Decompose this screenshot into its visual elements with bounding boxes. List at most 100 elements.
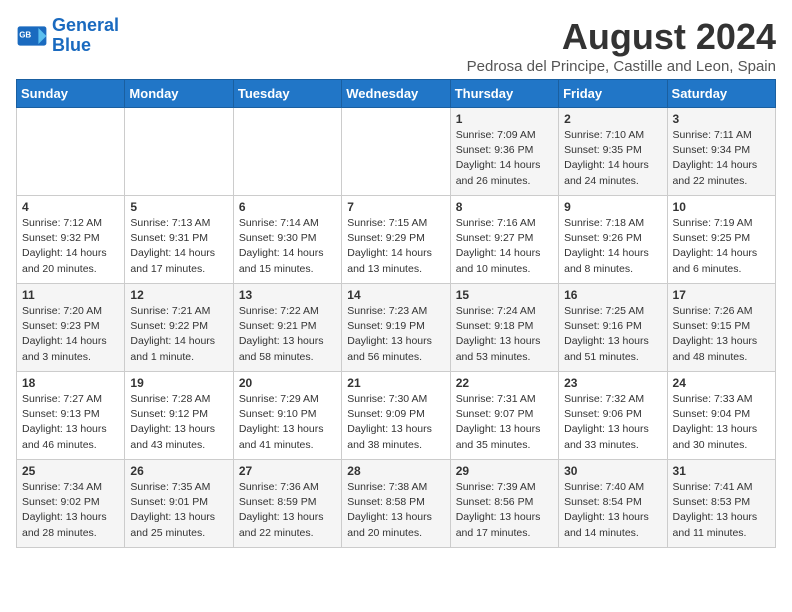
day-number: 7: [347, 200, 444, 214]
day-number: 30: [564, 464, 661, 478]
weekday-header: Sunday: [17, 80, 125, 108]
calendar-day-cell: 22 Sunrise: 7:31 AM Sunset: 9:07 PM Dayli…: [450, 372, 558, 460]
calendar-day-cell: 5Sunrise: 7:13 AM Sunset: 9:31 PM Daylig…: [125, 196, 233, 284]
day-info: Sunrise: 7:10 AM Sunset: 9:35 PM Dayligh…: [564, 128, 661, 189]
title-block: August 2024 Pedrosa del Principe, Castil…: [467, 16, 776, 75]
day-info: Sunrise: 7:22 AM Sunset: 9:21 PM Dayligh…: [239, 304, 336, 365]
day-number: 29: [456, 464, 553, 478]
logo-line2: Blue: [52, 36, 119, 56]
day-number: 26: [130, 464, 227, 478]
day-info: Sunrise: 7:36 AM Sunset: 8:59 PM Dayligh…: [239, 480, 336, 541]
weekday-header: Monday: [125, 80, 233, 108]
day-number: 21: [347, 376, 444, 390]
day-number: 25: [22, 464, 119, 478]
month-year: August 2024: [467, 16, 776, 58]
day-number: 14: [347, 288, 444, 302]
day-number: 31: [673, 464, 770, 478]
day-number: 28: [347, 464, 444, 478]
calendar-day-cell: [125, 108, 233, 196]
day-number: 27: [239, 464, 336, 478]
weekday-header: Saturday: [667, 80, 775, 108]
day-info: Sunrise: 7:29 AM Sunset: 9:10 PM Dayligh…: [239, 392, 336, 453]
day-number: 9: [564, 200, 661, 214]
day-info: Sunrise: 7:38 AM Sunset: 8:58 PM Dayligh…: [347, 480, 444, 541]
day-info: Sunrise: 7:35 AM Sunset: 9:01 PM Dayligh…: [130, 480, 227, 541]
day-number: 24: [673, 376, 770, 390]
calendar-day-cell: 28 Sunrise: 7:38 AM Sunset: 8:58 PM Dayli…: [342, 460, 450, 548]
day-number: 12: [130, 288, 227, 302]
logo: GB General Blue: [16, 16, 119, 56]
weekday-header: Tuesday: [233, 80, 341, 108]
day-info: Sunrise: 7:18 AM Sunset: 9:26 PM Dayligh…: [564, 216, 661, 277]
day-number: 17: [673, 288, 770, 302]
day-info: Sunrise: 7:26 AM Sunset: 9:15 PM Dayligh…: [673, 304, 770, 365]
day-info: Sunrise: 7:31 AM Sunset: 9:07 PM Dayligh…: [456, 392, 553, 453]
calendar-day-cell: 6Sunrise: 7:14 AM Sunset: 9:30 PM Daylig…: [233, 196, 341, 284]
calendar-day-cell: 25 Sunrise: 7:34 AM Sunset: 9:02 PM Dayli…: [17, 460, 125, 548]
day-info: Sunrise: 7:13 AM Sunset: 9:31 PM Dayligh…: [130, 216, 227, 277]
calendar-week-row: 25 Sunrise: 7:34 AM Sunset: 9:02 PM Dayli…: [17, 460, 776, 548]
day-info: Sunrise: 7:30 AM Sunset: 9:09 PM Dayligh…: [347, 392, 444, 453]
calendar-day-cell: 12 Sunrise: 7:21 AM Sunset: 9:22 PM Dayli…: [125, 284, 233, 372]
day-info: Sunrise: 7:15 AM Sunset: 9:29 PM Dayligh…: [347, 216, 444, 277]
calendar-day-cell: 31Sunrise: 7:41 AM Sunset: 8:53 PM Dayli…: [667, 460, 775, 548]
day-info: Sunrise: 7:21 AM Sunset: 9:22 PM Dayligh…: [130, 304, 227, 365]
day-info: Sunrise: 7:27 AM Sunset: 9:13 PM Dayligh…: [22, 392, 119, 453]
calendar-day-cell: 29 Sunrise: 7:39 AM Sunset: 8:56 PM Dayli…: [450, 460, 558, 548]
calendar-day-cell: 10 Sunrise: 7:19 AM Sunset: 9:25 PM Dayli…: [667, 196, 775, 284]
day-number: 10: [673, 200, 770, 214]
calendar-day-cell: 15Sunrise: 7:24 AM Sunset: 9:18 PM Dayli…: [450, 284, 558, 372]
day-info: Sunrise: 7:20 AM Sunset: 9:23 PM Dayligh…: [22, 304, 119, 365]
day-info: Sunrise: 7:34 AM Sunset: 9:02 PM Dayligh…: [22, 480, 119, 541]
calendar-day-cell: 8 Sunrise: 7:16 AM Sunset: 9:27 PM Daylig…: [450, 196, 558, 284]
day-info: Sunrise: 7:33 AM Sunset: 9:04 PM Dayligh…: [673, 392, 770, 453]
calendar-day-cell: 11 Sunrise: 7:20 AM Sunset: 9:23 PM Dayli…: [17, 284, 125, 372]
day-number: 11: [22, 288, 119, 302]
day-info: Sunrise: 7:39 AM Sunset: 8:56 PM Dayligh…: [456, 480, 553, 541]
weekday-header: Thursday: [450, 80, 558, 108]
calendar-day-cell: 24 Sunrise: 7:33 AM Sunset: 9:04 PM Dayli…: [667, 372, 775, 460]
day-number: 19: [130, 376, 227, 390]
calendar-day-cell: 3Sunrise: 7:11 AM Sunset: 9:34 PM Daylig…: [667, 108, 775, 196]
day-number: 13: [239, 288, 336, 302]
weekday-header: Friday: [559, 80, 667, 108]
day-number: 4: [22, 200, 119, 214]
calendar-day-cell: 4Sunrise: 7:12 AM Sunset: 9:32 PM Daylig…: [17, 196, 125, 284]
day-info: Sunrise: 7:24 AM Sunset: 9:18 PM Dayligh…: [456, 304, 553, 365]
calendar-day-cell: 19 Sunrise: 7:28 AM Sunset: 9:12 PM Dayli…: [125, 372, 233, 460]
day-number: 3: [673, 112, 770, 126]
svg-text:GB: GB: [19, 30, 31, 39]
calendar-day-cell: 7 Sunrise: 7:15 AM Sunset: 9:29 PM Daylig…: [342, 196, 450, 284]
calendar-day-cell: 20Sunrise: 7:29 AM Sunset: 9:10 PM Dayli…: [233, 372, 341, 460]
weekday-header: Wednesday: [342, 80, 450, 108]
day-info: Sunrise: 7:16 AM Sunset: 9:27 PM Dayligh…: [456, 216, 553, 277]
calendar-header-row: SundayMondayTuesdayWednesdayThursdayFrid…: [17, 80, 776, 108]
page-header: GB General Blue August 2024 Pedrosa del …: [16, 16, 776, 75]
day-info: Sunrise: 7:09 AM Sunset: 9:36 PM Dayligh…: [456, 128, 553, 189]
calendar-day-cell: 13 Sunrise: 7:22 AM Sunset: 9:21 PM Dayli…: [233, 284, 341, 372]
day-info: Sunrise: 7:25 AM Sunset: 9:16 PM Dayligh…: [564, 304, 661, 365]
calendar-day-cell: [342, 108, 450, 196]
calendar-day-cell: 2Sunrise: 7:10 AM Sunset: 9:35 PM Daylig…: [559, 108, 667, 196]
logo-line1: General: [52, 16, 119, 36]
calendar-day-cell: [233, 108, 341, 196]
calendar-day-cell: 21 Sunrise: 7:30 AM Sunset: 9:09 PM Dayli…: [342, 372, 450, 460]
day-info: Sunrise: 7:32 AM Sunset: 9:06 PM Dayligh…: [564, 392, 661, 453]
calendar-day-cell: 17 Sunrise: 7:26 AM Sunset: 9:15 PM Dayli…: [667, 284, 775, 372]
calendar-week-row: 1Sunrise: 7:09 AM Sunset: 9:36 PM Daylig…: [17, 108, 776, 196]
location: Pedrosa del Principe, Castille and Leon,…: [467, 58, 776, 75]
calendar-day-cell: 1Sunrise: 7:09 AM Sunset: 9:36 PM Daylig…: [450, 108, 558, 196]
calendar-day-cell: 30Sunrise: 7:40 AM Sunset: 8:54 PM Dayli…: [559, 460, 667, 548]
calendar-day-cell: 27 Sunrise: 7:36 AM Sunset: 8:59 PM Dayli…: [233, 460, 341, 548]
calendar-week-row: 11 Sunrise: 7:20 AM Sunset: 9:23 PM Dayli…: [17, 284, 776, 372]
day-info: Sunrise: 7:14 AM Sunset: 9:30 PM Dayligh…: [239, 216, 336, 277]
calendar-table: SundayMondayTuesdayWednesdayThursdayFrid…: [16, 79, 776, 548]
calendar-day-cell: 9 Sunrise: 7:18 AM Sunset: 9:26 PM Daylig…: [559, 196, 667, 284]
calendar-day-cell: [17, 108, 125, 196]
day-number: 22: [456, 376, 553, 390]
day-number: 8: [456, 200, 553, 214]
day-info: Sunrise: 7:28 AM Sunset: 9:12 PM Dayligh…: [130, 392, 227, 453]
calendar-day-cell: 18Sunrise: 7:27 AM Sunset: 9:13 PM Dayli…: [17, 372, 125, 460]
day-info: Sunrise: 7:19 AM Sunset: 9:25 PM Dayligh…: [673, 216, 770, 277]
calendar-day-cell: 14Sunrise: 7:23 AM Sunset: 9:19 PM Dayli…: [342, 284, 450, 372]
